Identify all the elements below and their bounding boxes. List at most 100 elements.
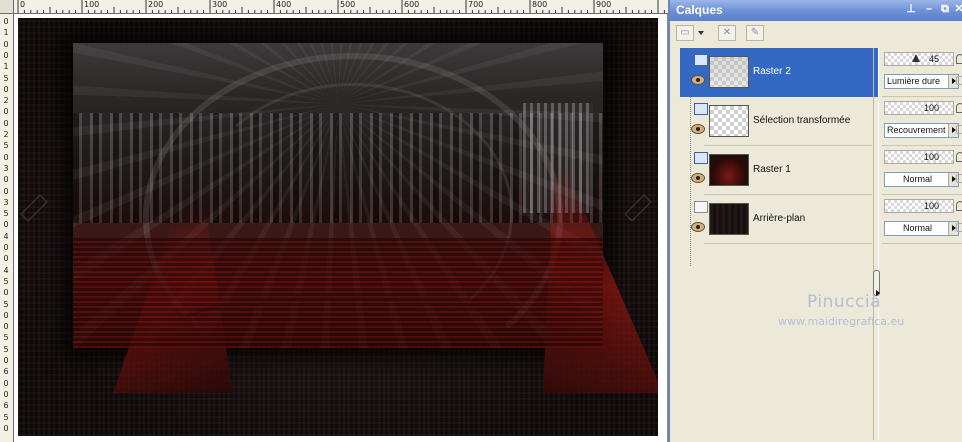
- ruler-left-label: 5: [3, 344, 9, 354]
- blend-mode-value: Normal: [902, 174, 932, 184]
- layer-name[interactable]: Sélection transformée: [753, 115, 850, 126]
- ruler-corner: [0, 0, 14, 14]
- blend-mode-select[interactable]: Normal: [884, 172, 959, 187]
- layers-palette: Calques ⊥ – ⧉ ✕ ▭ ✕ ✎ Raster 2 Sélection…: [668, 0, 962, 442]
- layer-name[interactable]: Raster 1: [753, 164, 791, 175]
- ruler-left-label: 0: [3, 288, 9, 298]
- blend-mode-select[interactable]: Recouvrement: [884, 123, 959, 138]
- ruler-left-label: 0: [3, 186, 9, 196]
- ruler-left-label: 0: [3, 356, 9, 365]
- slider-knob-icon[interactable]: [912, 54, 920, 62]
- ruler-left-label: 0: [3, 39, 9, 49]
- link-icon[interactable]: [956, 223, 962, 232]
- raster-layer-icon: [694, 54, 708, 66]
- opacity-value: 100: [923, 152, 939, 162]
- opacity-value: 100: [923, 103, 939, 113]
- link-icon[interactable]: [956, 125, 962, 134]
- visibility-eye-icon[interactable]: [691, 75, 705, 85]
- pin-icon[interactable]: ⊥: [904, 2, 918, 16]
- lock-icon[interactable]: [956, 201, 962, 211]
- vertical-ruler: 0100150200250300350400450500550600650: [0, 14, 14, 442]
- blend-mode-value: Normal: [902, 223, 932, 233]
- ruler-left-label: 0: [3, 254, 9, 264]
- ruler-left-label: 3: [3, 197, 9, 207]
- layer-props-row: 100 Recouvrement: [882, 97, 962, 146]
- background-layer-icon: [694, 201, 708, 213]
- ruler-left-label: 0: [3, 220, 9, 230]
- layer-row[interactable]: Arrière-plan: [680, 195, 878, 244]
- blend-mode-value: Lumière dure: [887, 76, 941, 86]
- ruler-left-label: 5: [3, 209, 9, 219]
- ruler-left-label: 6: [3, 401, 9, 411]
- close-icon[interactable]: ✕: [952, 2, 962, 16]
- ruler-left-label: 2: [3, 96, 9, 106]
- restore-icon[interactable]: ⧉: [938, 2, 952, 16]
- delete-layer-icon[interactable]: ✕: [718, 25, 736, 41]
- ruler-left-label: 0: [3, 152, 9, 162]
- layer-row[interactable]: Raster 1: [680, 146, 878, 195]
- ruler-left-label: 0: [3, 118, 9, 128]
- ruler-left-label: 0: [3, 17, 9, 26]
- raster-layer-icon: [694, 103, 708, 115]
- ruler-left-label: 0: [3, 423, 9, 433]
- ruler-left-label: 0: [3, 175, 9, 185]
- ruler-left-label: 5: [3, 73, 9, 83]
- divider: [704, 243, 872, 244]
- layer-props-row: 100 Normal: [882, 195, 962, 244]
- layer-properties-icon[interactable]: ✎: [746, 25, 764, 41]
- ruler-left-label: 5: [3, 141, 9, 151]
- ruler-left-label: 0: [3, 243, 9, 252]
- ruler-left-label: 5: [3, 299, 9, 309]
- minimize-icon[interactable]: –: [922, 2, 936, 16]
- palette-title: Calques: [676, 3, 723, 17]
- layer-thumbnail: [709, 105, 749, 137]
- ruler-left-label: 4: [3, 265, 9, 275]
- ruler-left-label: 0: [3, 84, 9, 94]
- visibility-eye-icon[interactable]: [691, 173, 705, 183]
- new-layer-dropdown-icon[interactable]: [698, 31, 704, 35]
- ruler-left-label: 5: [3, 276, 9, 286]
- layer-name[interactable]: Arrière-plan: [753, 213, 805, 224]
- visibility-eye-icon[interactable]: [691, 222, 705, 232]
- ruler-left-label: 0: [3, 322, 9, 332]
- opacity-slider[interactable]: 100: [884, 199, 954, 213]
- opacity-value: 45: [928, 54, 939, 64]
- blend-mode-select[interactable]: Lumière dure: [884, 74, 959, 89]
- ruler-left-label: 1: [3, 28, 9, 38]
- new-layer-icon[interactable]: ▭: [676, 25, 694, 41]
- layer-name[interactable]: Raster 2: [753, 66, 791, 77]
- ruler-left-label: 0: [3, 389, 9, 399]
- canvas-image[interactable]: [18, 18, 658, 436]
- divider: [882, 243, 962, 244]
- watermark-url: www.maidiregrafica.eu: [778, 315, 905, 328]
- visibility-eye-icon[interactable]: [691, 124, 705, 134]
- raster-layer-icon: [694, 152, 708, 164]
- blend-mode-value: Recouvrement: [887, 125, 946, 135]
- palette-titlebar[interactable]: Calques ⊥ – ⧉ ✕: [670, 0, 962, 21]
- layer-props-row: 100 Normal: [882, 146, 962, 195]
- lock-icon[interactable]: [956, 152, 962, 162]
- ruler-left-label: 3: [3, 163, 9, 173]
- lock-icon[interactable]: [956, 103, 962, 113]
- ruler-left-label: 6: [3, 367, 9, 377]
- horizontal-ruler: 0 100 200 300 400 500 600 700 800 900: [14, 0, 668, 14]
- layer-list: Raster 2 Sélection transformée Raster 1 …: [680, 48, 878, 440]
- blend-mode-select[interactable]: Normal: [884, 221, 959, 236]
- opacity-value: 100: [923, 201, 939, 211]
- artwork-center: [73, 43, 658, 393]
- pane-divider[interactable]: [873, 48, 879, 440]
- layer-row[interactable]: Raster 2: [680, 48, 878, 97]
- opacity-slider[interactable]: 100: [884, 150, 954, 164]
- ruler-left-label: 0: [3, 107, 9, 117]
- link-icon[interactable]: [956, 174, 962, 183]
- ruler-top-ticks: [17, 0, 665, 13]
- layer-props-row: 45 Lumière dure: [882, 48, 962, 97]
- opacity-slider[interactable]: 100: [884, 101, 954, 115]
- ruler-left-label: 1: [3, 62, 9, 72]
- lock-icon[interactable]: [956, 54, 962, 64]
- ruler-left-label: 0: [3, 378, 9, 388]
- layer-row[interactable]: Sélection transformée: [680, 97, 878, 146]
- ruler-left-label: 5: [3, 412, 9, 422]
- layer-thumbnail: [709, 56, 749, 88]
- link-icon[interactable]: [956, 76, 962, 85]
